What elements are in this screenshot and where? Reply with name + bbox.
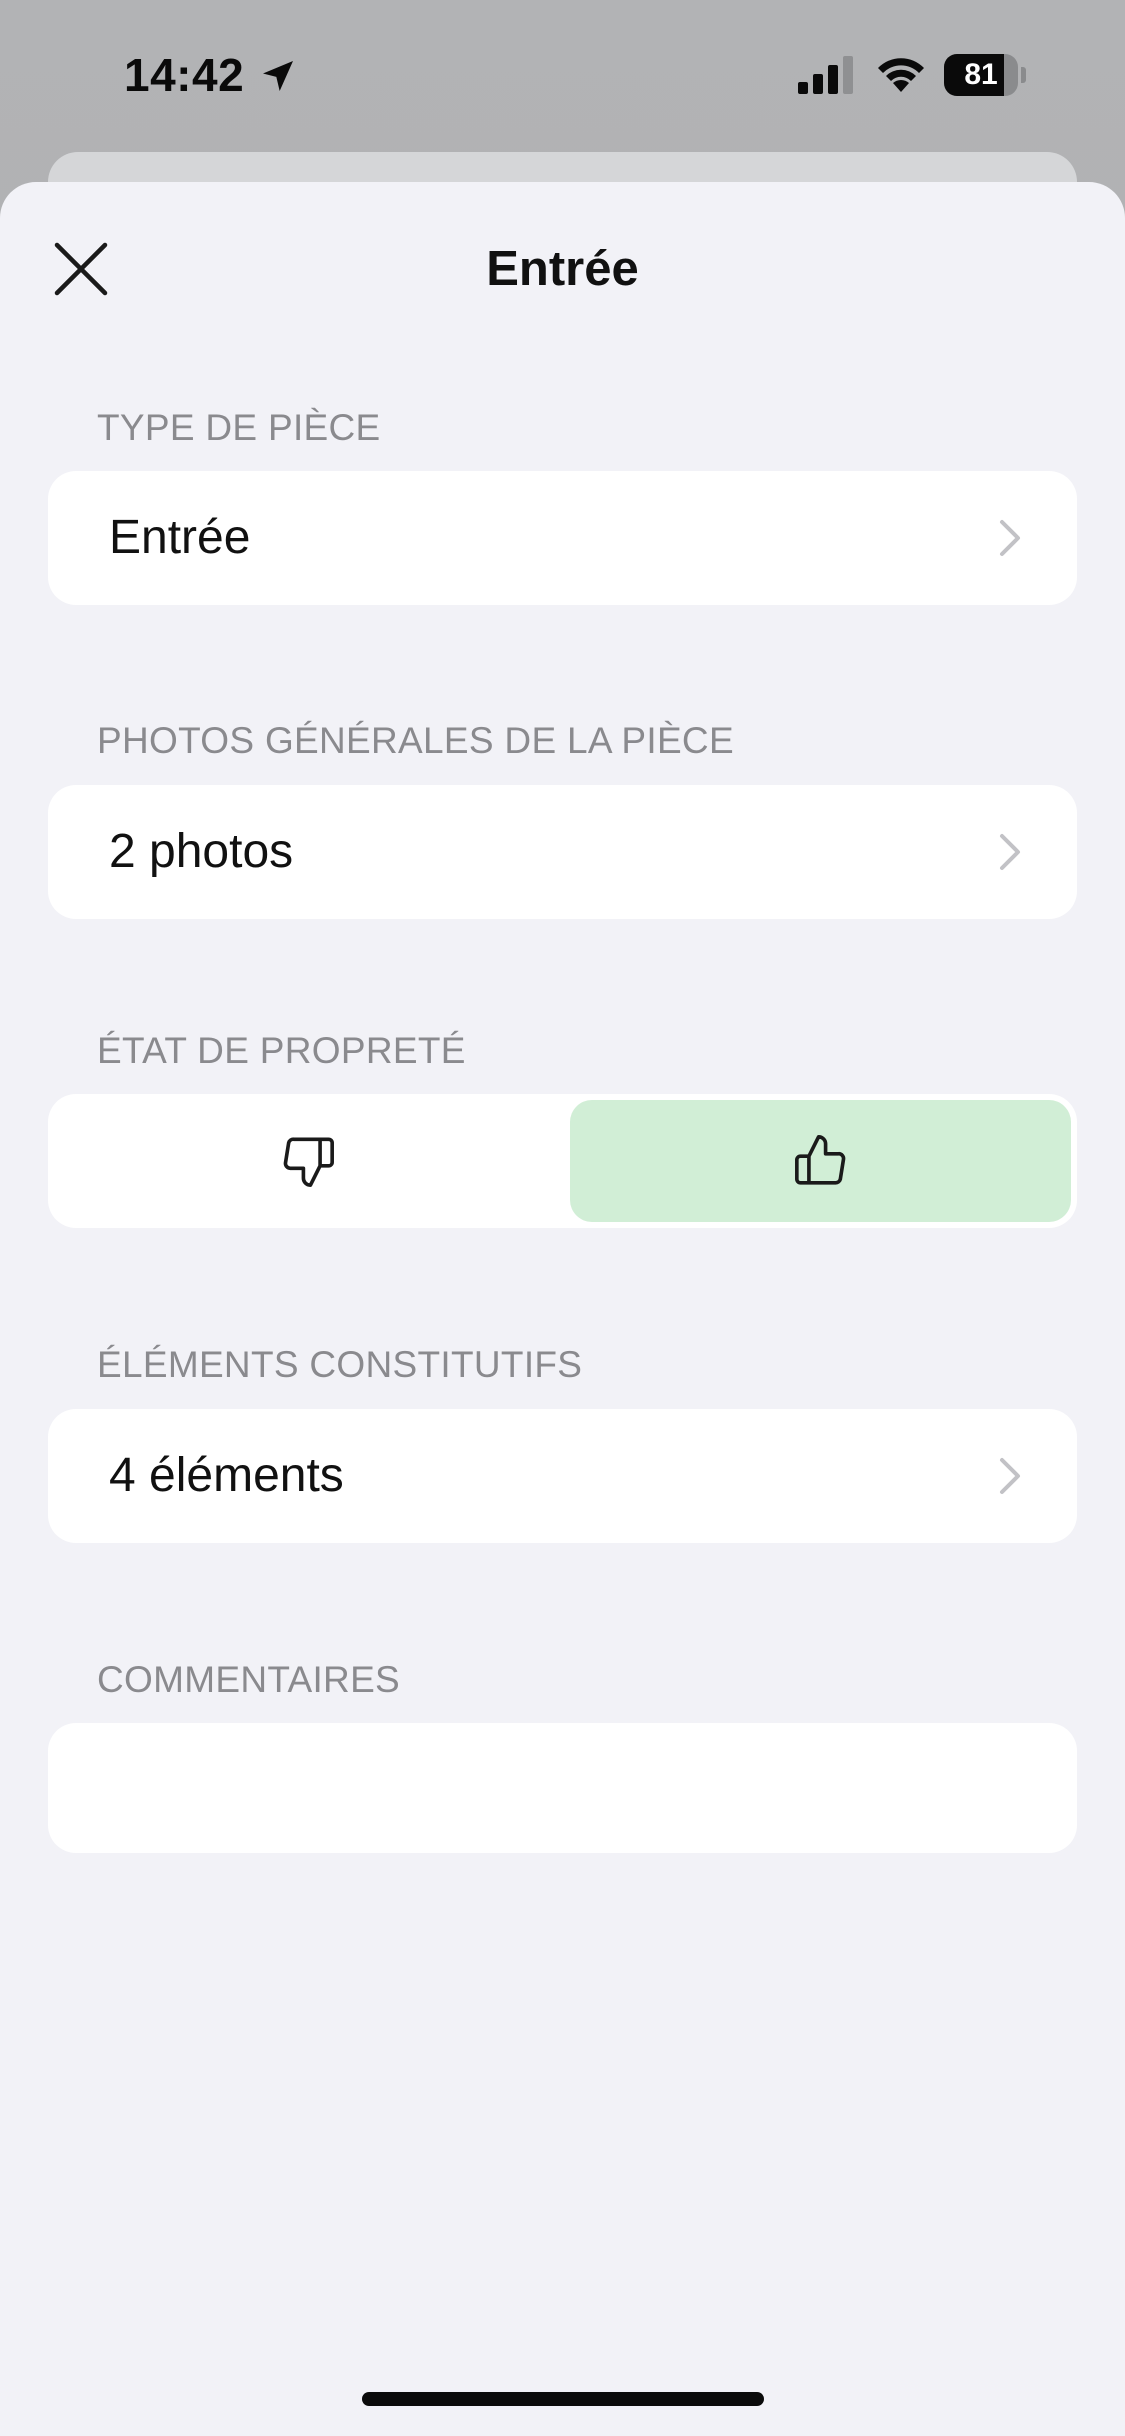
chevron-right-icon bbox=[1000, 520, 1020, 556]
screen: 14:42 81 Entrée TYPE DE PIÈCE Entrée PHO… bbox=[0, 0, 1125, 2436]
cleanliness-good-option[interactable] bbox=[570, 1100, 1071, 1222]
photos-value: 2 photos bbox=[109, 825, 294, 878]
elements-value: 4 éléments bbox=[109, 1449, 344, 1502]
battery-indicator: 81 bbox=[944, 54, 1026, 96]
battery-body: 81 bbox=[944, 54, 1018, 96]
battery-level: 81 bbox=[964, 58, 998, 91]
cellular-signal-icon bbox=[798, 56, 853, 94]
cleanliness-toggle bbox=[48, 1094, 1077, 1228]
location-arrow-icon bbox=[263, 61, 293, 91]
status-time: 14:42 bbox=[124, 49, 245, 101]
wifi-icon bbox=[878, 58, 924, 92]
close-button[interactable] bbox=[46, 234, 116, 304]
room-type-value: Entrée bbox=[109, 511, 251, 564]
sheet-header: Entrée bbox=[0, 182, 1125, 352]
cleanliness-bad-option[interactable] bbox=[48, 1094, 568, 1228]
section-label-cleanliness: ÉTAT DE PROPRETÉ bbox=[97, 1030, 466, 1071]
page-title: Entrée bbox=[486, 242, 639, 296]
section-label-elements: ÉLÉMENTS CONSTITUTIFS bbox=[97, 1344, 583, 1385]
home-indicator bbox=[362, 2392, 764, 2406]
chevron-right-icon bbox=[1000, 1458, 1020, 1494]
chevron-right-icon bbox=[1000, 834, 1020, 870]
photos-row[interactable]: 2 photos bbox=[48, 785, 1077, 919]
thumbs-down-icon bbox=[283, 1137, 334, 1187]
battery-cap bbox=[1021, 67, 1026, 83]
thumbs-up-icon bbox=[794, 1135, 845, 1185]
status-bar: 14:42 81 bbox=[0, 0, 1125, 150]
elements-row[interactable]: 4 éléments bbox=[48, 1409, 1077, 1543]
close-icon bbox=[54, 242, 108, 296]
section-label-photos: PHOTOS GÉNÉRALES DE LA PIÈCE bbox=[97, 720, 734, 761]
comments-field[interactable] bbox=[48, 1723, 1077, 1853]
modal-sheet: Entrée TYPE DE PIÈCE Entrée PHOTOS GÉNÉR… bbox=[0, 182, 1125, 2436]
section-label-comments: COMMENTAIRES bbox=[97, 1659, 401, 1700]
section-label-room-type: TYPE DE PIÈCE bbox=[97, 407, 381, 448]
room-type-row[interactable]: Entrée bbox=[48, 471, 1077, 605]
